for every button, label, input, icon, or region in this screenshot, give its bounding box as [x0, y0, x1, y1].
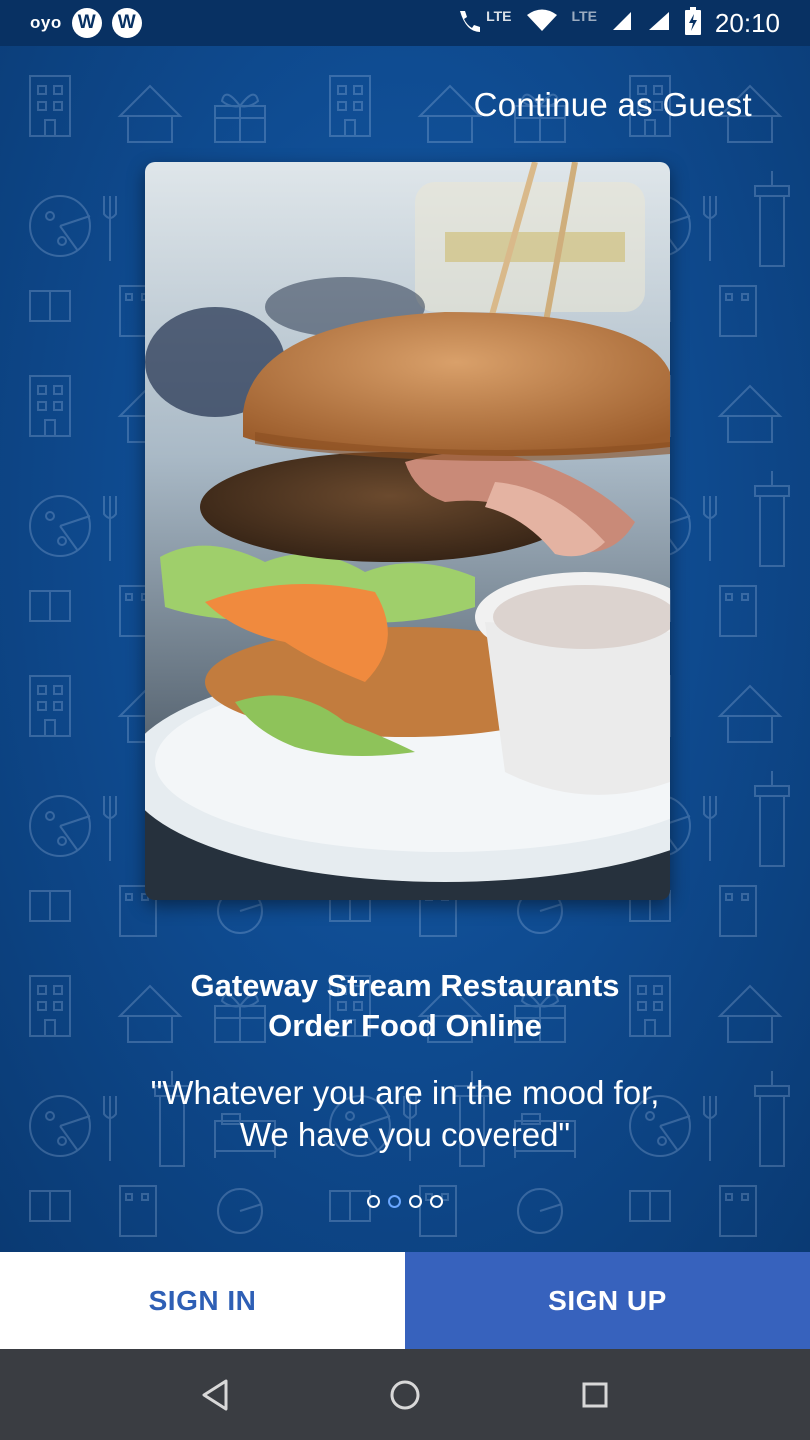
- sign-up-button[interactable]: SIGN UP: [405, 1252, 810, 1349]
- app-notification-icon: W: [71, 8, 102, 38]
- headline-line-1: Gateway Stream Restaurants: [190, 968, 620, 1003]
- signal-icon: [647, 10, 671, 37]
- page-dot[interactable]: [430, 1195, 443, 1208]
- back-icon[interactable]: [185, 1365, 245, 1425]
- continue-as-guest-link[interactable]: Continue as Guest: [474, 86, 752, 124]
- page-indicator: [0, 1195, 810, 1208]
- home-icon[interactable]: [375, 1365, 435, 1425]
- lte-label: LTE: [571, 8, 597, 24]
- page-dot[interactable]: [409, 1195, 422, 1208]
- clock: 20:10: [714, 7, 780, 38]
- wifi-icon: [526, 9, 558, 38]
- tagline-line-1: "Whatever you are in the mood for,: [150, 1074, 660, 1111]
- system-nav-bar: [0, 1349, 810, 1440]
- oyo-logo: oyo: [30, 13, 62, 32]
- status-bar: oyo W W LTE LTE 20:10: [0, 0, 810, 46]
- recents-icon[interactable]: [565, 1365, 625, 1425]
- page-dot-active[interactable]: [388, 1195, 401, 1208]
- signal-icon: [611, 10, 633, 37]
- food-image: [145, 162, 670, 900]
- battery-charging-icon: [684, 6, 701, 40]
- headline-line-2: Order Food Online: [268, 1008, 542, 1043]
- app-notification-icon: W: [111, 8, 142, 38]
- wifi-calling-icon: [456, 8, 486, 39]
- page-dot[interactable]: [367, 1195, 380, 1208]
- lte-label: LTE: [486, 8, 512, 24]
- tagline-line-2: We have you covered": [239, 1116, 571, 1153]
- sign-in-button[interactable]: SIGN IN: [0, 1252, 405, 1349]
